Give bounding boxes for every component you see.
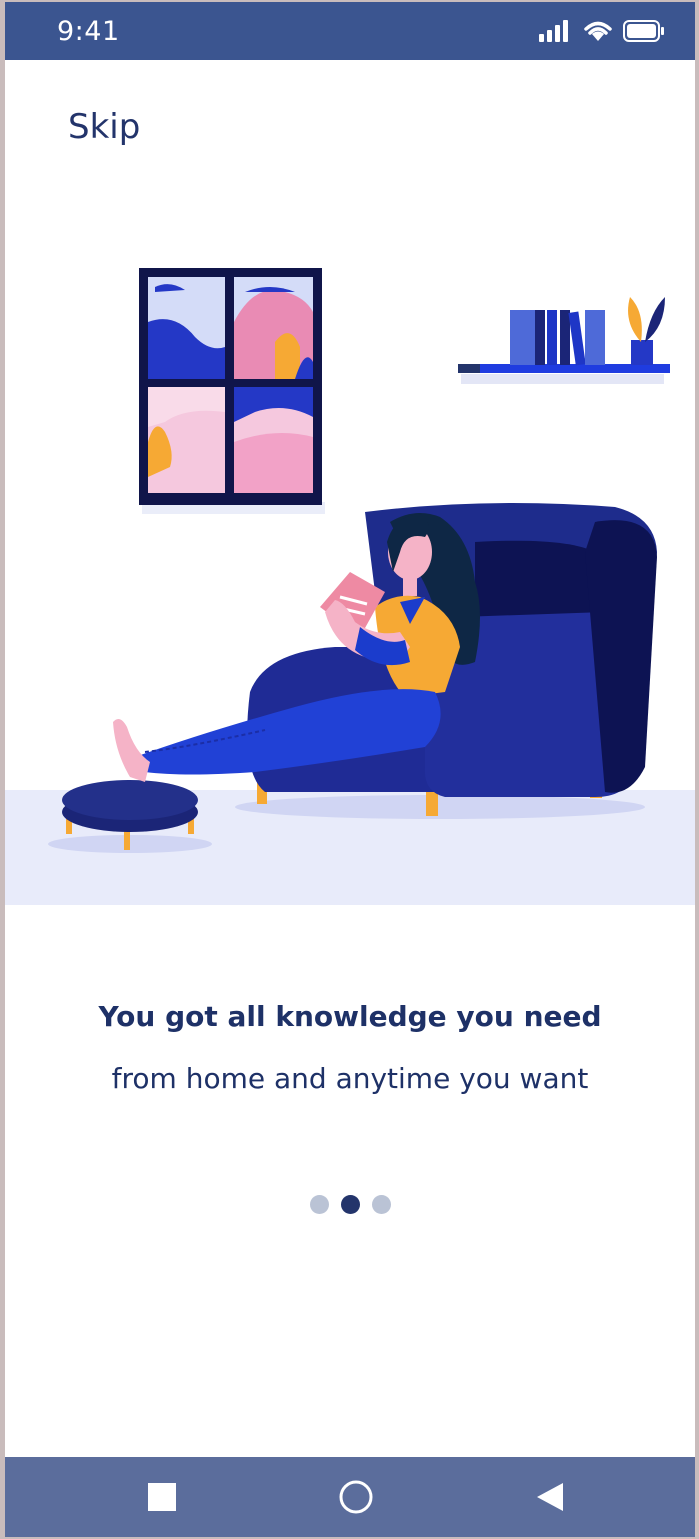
recents-square-icon — [148, 1483, 176, 1511]
reading-woman — [113, 513, 480, 782]
status-icons — [539, 20, 665, 42]
footstool — [48, 780, 212, 853]
home-button[interactable] — [316, 1457, 396, 1537]
onboarding-title: You got all knowledge you need — [98, 1000, 602, 1033]
back-triangle-icon — [537, 1483, 563, 1511]
page-dot-2-active[interactable] — [340, 1195, 360, 1214]
status-time: 9:41 — [57, 16, 120, 47]
window-picture — [139, 268, 322, 505]
back-button[interactable] — [510, 1457, 590, 1537]
system-nav-bar — [5, 1457, 695, 1537]
skip-button[interactable]: Skip — [68, 107, 140, 147]
home-circle-icon — [339, 1480, 373, 1514]
wifi-icon — [584, 21, 612, 41]
page-indicator — [5, 1195, 695, 1214]
page-dot-1[interactable] — [309, 1195, 329, 1214]
bookshelf — [458, 297, 670, 384]
app-screen: 9:41 Skip You got all knowledge you need… — [5, 2, 695, 1537]
page-dot-3[interactable] — [371, 1195, 391, 1214]
recents-button[interactable] — [122, 1457, 202, 1537]
status-bar: 9:41 — [5, 2, 695, 60]
battery-icon — [623, 20, 664, 42]
signal-icon — [539, 20, 568, 42]
onboarding-subtitle: from home and anytime you want — [111, 1062, 589, 1095]
onboarding-illustration — [5, 268, 695, 905]
